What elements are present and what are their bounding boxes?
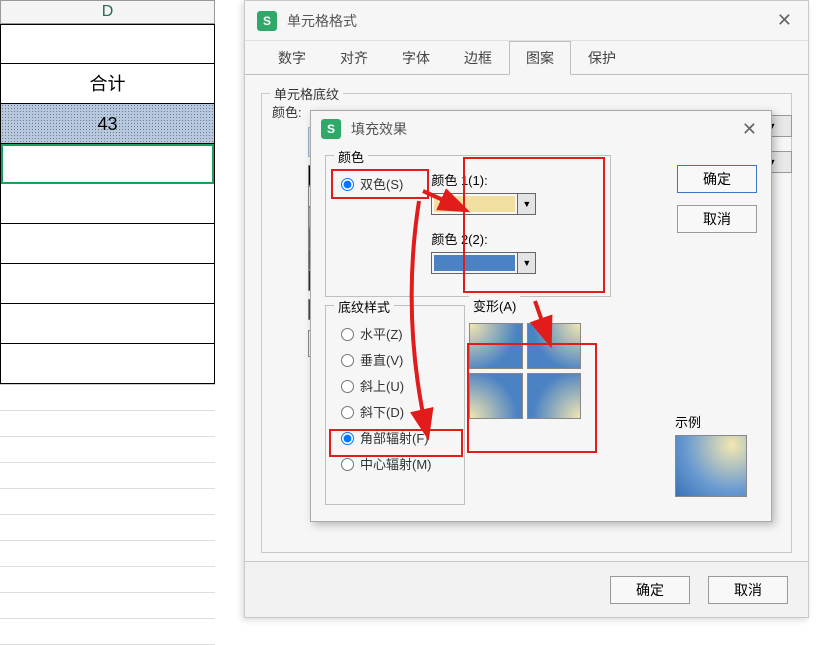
chevron-down-icon[interactable]: ▼ (517, 194, 535, 214)
two-color-radio-input[interactable] (341, 178, 354, 191)
tab-font[interactable]: 字体 (385, 41, 447, 74)
cell[interactable] (0, 619, 215, 645)
variant-option[interactable] (527, 323, 581, 369)
ok-button[interactable]: 确定 (610, 576, 690, 604)
dialog-title: 填充效果 (351, 119, 738, 139)
fill-effect-dialog: S 填充效果 ✕ 颜色 双色(S) 颜色 1(1): ▼ (310, 110, 772, 522)
cell[interactable] (0, 593, 215, 619)
tab-number[interactable]: 数字 (261, 41, 323, 74)
cell[interactable] (0, 411, 215, 437)
two-color-radio[interactable]: 双色(S) (336, 170, 403, 196)
app-icon: S (257, 11, 277, 31)
close-icon[interactable]: ✕ (773, 10, 796, 31)
sample-area: 示例 (675, 412, 747, 497)
cell[interactable] (0, 567, 215, 593)
cell[interactable] (1, 304, 214, 344)
ok-button[interactable]: 确定 (677, 165, 757, 193)
style-radio-horizontal[interactable]: 水平(Z) (336, 320, 454, 346)
spreadsheet-column: D 合计 43 (0, 0, 215, 627)
variant-option[interactable] (469, 373, 523, 419)
titlebar[interactable]: S 填充效果 ✕ (311, 111, 771, 147)
color1-label: 颜色 1(1): (431, 170, 536, 189)
tabs: 数字 对齐 字体 边框 图案 保护 (245, 41, 808, 75)
cell[interactable] (1, 264, 214, 304)
cancel-button[interactable]: 取消 (708, 576, 788, 604)
style-radio-center[interactable]: 中心辐射(M) (336, 450, 454, 476)
cell[interactable]: 合计 (1, 64, 214, 104)
cell[interactable] (0, 515, 215, 541)
color2-combo[interactable]: ▼ (431, 252, 536, 274)
colors-group: 颜色 双色(S) 颜色 1(1): ▼ 颜色 2(2): (325, 155, 611, 297)
variant-option[interactable] (469, 323, 523, 369)
cell[interactable] (1, 344, 214, 384)
cell[interactable] (0, 437, 215, 463)
sample-swatch (675, 435, 747, 497)
cell[interactable] (0, 541, 215, 567)
tab-align[interactable]: 对齐 (323, 41, 385, 74)
cell-selected[interactable]: 43 (1, 104, 214, 144)
cell[interactable] (1, 24, 214, 64)
cell[interactable] (0, 463, 215, 489)
app-icon: S (321, 119, 341, 139)
cell-active[interactable] (1, 144, 214, 184)
tab-pattern[interactable]: 图案 (509, 41, 571, 75)
dialog-title: 单元格格式 (287, 11, 773, 31)
tab-border[interactable]: 边框 (447, 41, 509, 74)
styles-legend: 底纹样式 (334, 297, 394, 316)
variants-group: 变形(A) (469, 305, 611, 455)
variant-option[interactable] (527, 373, 581, 419)
style-radio-corner[interactable]: 角部辐射(F) (336, 424, 454, 450)
style-radio-vertical[interactable]: 垂直(V) (336, 346, 454, 372)
cell[interactable] (1, 184, 214, 224)
style-radio-diag-down[interactable]: 斜下(D) (336, 398, 454, 424)
dialog-footer: 确定 取消 (245, 561, 808, 617)
tab-protect[interactable]: 保护 (571, 41, 633, 74)
color1-combo[interactable]: ▼ (431, 193, 536, 215)
chevron-down-icon[interactable]: ▼ (517, 253, 535, 273)
color2-label: 颜色 2(2): (431, 229, 536, 248)
titlebar[interactable]: S 单元格格式 ✕ (245, 1, 808, 41)
two-color-label: 双色(S) (360, 174, 403, 193)
cell[interactable] (0, 489, 215, 515)
color1-swatch (434, 196, 515, 212)
sample-label: 示例 (675, 412, 747, 431)
shading-style-group: 底纹样式 水平(Z) 垂直(V) 斜上(U) 斜下(D) 角部辐射(F) 中心辐… (325, 305, 465, 505)
close-icon[interactable]: ✕ (738, 119, 761, 140)
variants-legend: 变形(A) (469, 296, 520, 315)
cancel-button[interactable]: 取消 (677, 205, 757, 233)
style-radio-diag-up[interactable]: 斜上(U) (336, 372, 454, 398)
colors-legend: 颜色 (334, 147, 368, 166)
color2-swatch (434, 255, 515, 271)
column-header-d[interactable]: D (0, 0, 215, 24)
cell[interactable] (1, 224, 214, 264)
cell[interactable] (0, 385, 215, 411)
group-legend: 单元格底纹 (270, 84, 343, 103)
